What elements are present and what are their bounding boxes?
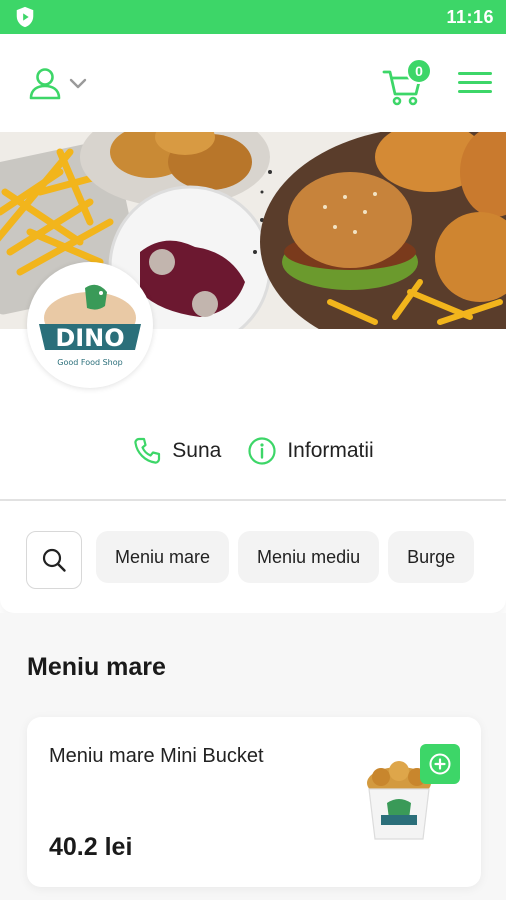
product-name: Meniu mare Mini Bucket (49, 745, 264, 767)
section-title: Meniu mare (27, 653, 166, 681)
category-chip[interactable]: Meniu mare (96, 531, 230, 583)
product-price: 40.2 lei (49, 833, 133, 861)
cart-count-badge: 0 (406, 58, 432, 84)
top-bar: 0 (0, 34, 506, 132)
user-menu-button[interactable] (28, 66, 88, 100)
info-icon (248, 437, 276, 465)
search-icon (42, 548, 66, 572)
plus-circle-icon (429, 753, 451, 775)
category-chip[interactable]: Meniu mediu (238, 531, 380, 583)
shield-play-icon (16, 6, 34, 28)
status-bar: 11:16 (0, 0, 506, 34)
chevron-down-icon (69, 78, 87, 89)
logo-tagline: Good Food Shop (57, 358, 122, 367)
status-time: 11:16 (446, 6, 494, 27)
call-label: Suna (172, 439, 222, 462)
logo-name: DINO (55, 324, 124, 352)
call-button[interactable]: Suna (132, 436, 221, 466)
info-button[interactable]: Informatii (247, 436, 374, 466)
product-card[interactable]: Meniu mare Mini Bucket 40.2 lei (27, 717, 481, 887)
hamburger-menu-icon[interactable] (458, 72, 494, 96)
phone-icon (134, 437, 161, 464)
category-bar: Meniu mare Meniu mediu Burge (0, 501, 506, 613)
category-chip[interactable]: Burge (388, 531, 475, 583)
add-to-cart-button[interactable] (420, 744, 460, 784)
user-icon (29, 68, 61, 100)
cart-button[interactable]: 0 (382, 58, 436, 106)
category-chips: Meniu mare Meniu mediu Burge (96, 531, 475, 583)
restaurant-logo: DINO Good Food Shop (27, 262, 153, 388)
info-label: Informatii (287, 439, 374, 462)
search-button[interactable] (26, 531, 82, 589)
restaurant-actions: Suna Informatii (0, 436, 506, 466)
menu-section: Meniu mare Meniu mare Mini Bucket 40.2 l… (0, 613, 506, 900)
